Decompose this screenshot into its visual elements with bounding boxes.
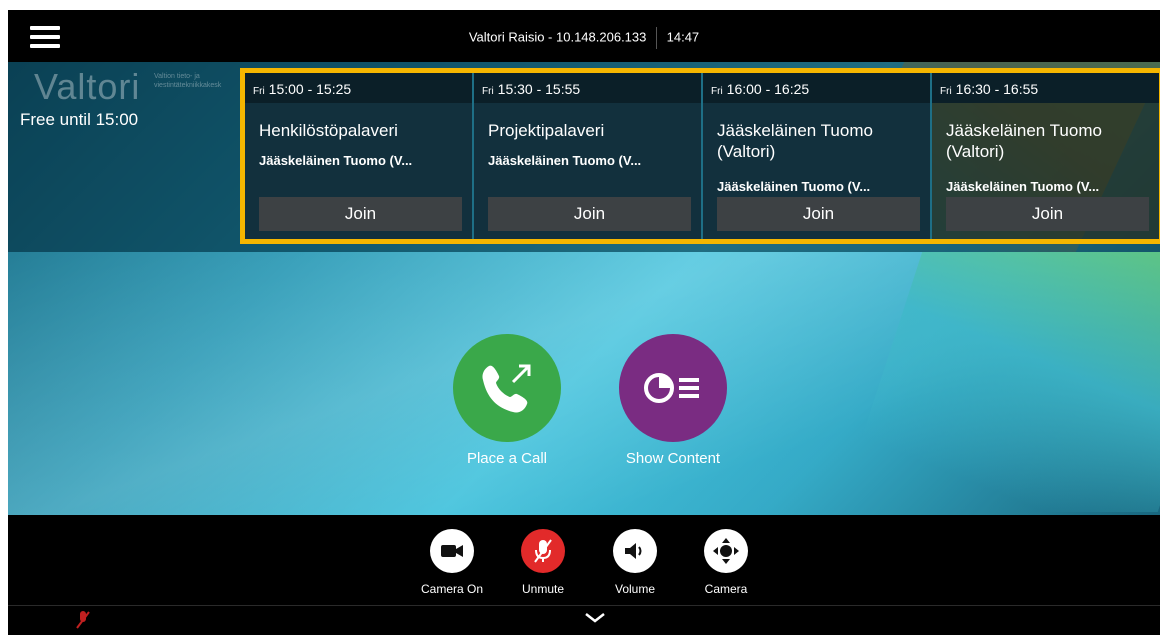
meeting-card: Fri 16:00 - 16:25 Jääskeläinen Tuomo (Val… — [703, 73, 932, 239]
show-content-action: Show Content — [618, 334, 728, 467]
meeting-title: Projektipalaveri — [488, 121, 605, 140]
camera-control-button[interactable] — [704, 529, 748, 573]
phone-outgoing-icon — [482, 364, 531, 413]
join-button[interactable]: Join — [717, 197, 920, 231]
meeting-card: Fri 15:30 - 15:55 Projektipalaveri Jääske… — [474, 73, 703, 239]
camera-control-label: Camera — [704, 582, 748, 596]
camera-control-icon — [713, 538, 739, 564]
join-button[interactable]: Join — [259, 197, 462, 231]
meetings-strip: Fri 15:00 - 15:25 Henkilöstöpalaveri Jääs… — [240, 68, 1160, 244]
volume-control: Volume — [600, 529, 670, 596]
place-call-label: Place a Call — [466, 450, 548, 467]
status-divider — [656, 27, 657, 49]
brand-subtitle: Valtion tieto- ja viestintätekniikkakesk — [154, 73, 222, 89]
meeting-title: Jääskeläinen Tuomo (Valtori) — [946, 121, 1102, 161]
meeting-card: Fri 15:00 - 15:25 Henkilöstöpalaveri Jääs… — [245, 73, 474, 239]
share-content-icon — [644, 373, 699, 403]
main-area: Valtori Valtion tieto- ja viestintätekni… — [8, 62, 1160, 515]
microphone-muted-icon — [534, 539, 552, 563]
clock: 14:47 — [666, 29, 700, 45]
meeting-organizer: Jääskeläinen Tuomo (V... — [488, 153, 642, 168]
meeting-title: Jääskeläinen Tuomo (Valtori) — [717, 121, 873, 161]
volume-button[interactable] — [613, 529, 657, 573]
place-call-button[interactable] — [453, 334, 561, 442]
meeting-title: Henkilöstöpalaveri — [259, 121, 398, 140]
camera-on-control: Camera On — [417, 529, 487, 596]
meeting-time: Fri 15:00 - 15:25 — [245, 73, 472, 103]
join-button[interactable]: Join — [946, 197, 1149, 231]
top-bar: Valtori Raisio - 10.148.206.133 14:47 — [8, 10, 1160, 62]
meeting-time: Fri 16:30 - 16:55 — [932, 73, 1159, 103]
touch-panel-screen: Valtori Raisio - 10.148.206.133 14:47 Va… — [8, 10, 1160, 635]
device-info: Valtori Raisio - 10.148.206.133 — [468, 29, 647, 45]
camera-on-label: Camera On — [420, 582, 484, 596]
show-content-label: Show Content — [625, 450, 721, 467]
volume-label: Volume — [614, 582, 656, 596]
meeting-time: Fri 16:00 - 16:25 — [703, 73, 930, 103]
unmute-button[interactable] — [521, 529, 565, 573]
show-content-button[interactable] — [619, 334, 727, 442]
place-call-action: Place a Call — [452, 334, 562, 467]
brand-logo: Valtori — [34, 66, 141, 107]
footer-bar — [8, 605, 1160, 635]
status-bar: Valtori Raisio - 10.148.206.133 14:47 — [8, 27, 1160, 49]
camera-control: Camera — [691, 529, 761, 596]
meeting-time: Fri 15:30 - 15:55 — [474, 73, 701, 103]
join-button[interactable]: Join — [488, 197, 691, 231]
chevron-down-icon[interactable] — [584, 612, 606, 624]
room-info-band: Valtori Valtion tieto- ja viestintätekni… — [8, 62, 1160, 252]
camera-icon — [441, 545, 463, 557]
room-availability: Free until 15:00 — [20, 110, 139, 129]
microphone-muted-indicator-icon — [76, 611, 90, 629]
bottom-toolbar: Camera On Unmute Volume Camera — [8, 515, 1160, 605]
meeting-organizer: Jääskeläinen Tuomo (V... — [717, 179, 871, 194]
camera-on-button[interactable] — [430, 529, 474, 573]
meeting-organizer: Jääskeläinen Tuomo (V... — [946, 179, 1100, 194]
speaker-icon — [625, 543, 642, 559]
meeting-card: Fri 16:30 - 16:55 Jääskeläinen Tuomo (Val… — [932, 73, 1159, 239]
meeting-organizer: Jääskeläinen Tuomo (V... — [259, 153, 413, 168]
unmute-label: Unmute — [521, 582, 565, 596]
unmute-control: Unmute — [508, 529, 578, 596]
